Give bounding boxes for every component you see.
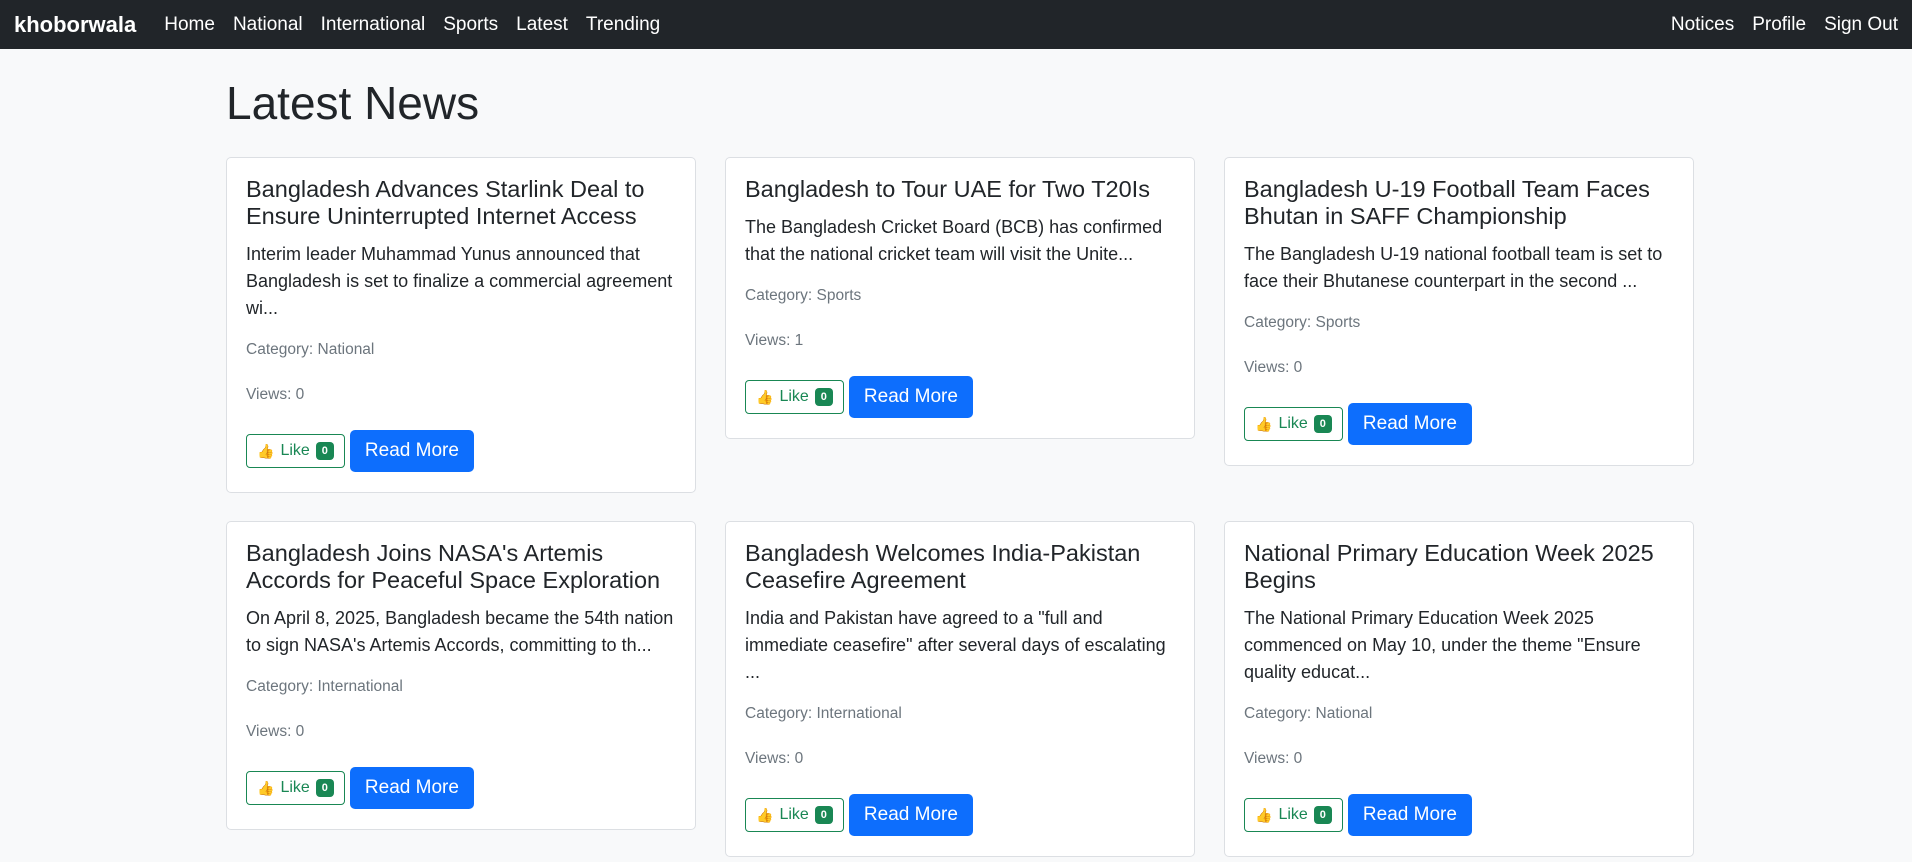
like-button[interactable]: 👍 Like 0 (1244, 407, 1343, 441)
news-card-title: Bangladesh Advances Starlink Deal to Ens… (246, 176, 645, 229)
news-card-category: Category: International (246, 678, 403, 695)
news-card-views: Views: 0 (745, 750, 804, 767)
like-label: Like (779, 388, 809, 405)
news-card-views: Views: 0 (1244, 359, 1303, 376)
like-label: Like (1278, 806, 1308, 823)
page-title: Latest News (226, 77, 480, 129)
news-card-actions: 👍 Like 0 Read More (246, 767, 676, 809)
news-card-actions: 👍 Like 0 Read More (1244, 794, 1674, 836)
like-button[interactable]: 👍 Like 0 (246, 771, 345, 805)
news-card-category: Category: International (745, 705, 902, 722)
news-card-actions: 👍 Like 0 Read More (1244, 403, 1674, 445)
news-card: Bangladesh to Tour UAE for Two T20Is The… (725, 157, 1195, 439)
news-card: Bangladesh U-19 Football Team Faces Bhut… (1224, 157, 1694, 466)
read-more-button[interactable]: Read More (848, 376, 973, 418)
nav-link-sign-out[interactable]: Sign Out (1824, 14, 1898, 36)
like-count-badge: 0 (814, 806, 833, 824)
nav-link-trending[interactable]: Trending (586, 14, 660, 36)
brand-logo[interactable]: khoborwala (14, 12, 136, 38)
like-label: Like (779, 806, 809, 823)
thumbs-up-icon: 👍 (1255, 806, 1273, 823)
nav-links: Home National International Sports Lates… (164, 14, 660, 36)
news-card-actions: 👍 Like 0 Read More (745, 376, 1175, 418)
like-button[interactable]: 👍 Like 0 (1244, 798, 1343, 832)
nav-link-sports[interactable]: Sports (443, 14, 498, 36)
news-card: National Primary Education Week 2025 Beg… (1224, 521, 1694, 857)
news-card-views: Views: 0 (246, 386, 305, 403)
news-card-title: Bangladesh to Tour UAE for Two T20Is (745, 176, 1150, 202)
nav-link-international[interactable]: International (321, 14, 426, 36)
news-card-actions: 👍 Like 0 Read More (246, 430, 676, 472)
read-more-button[interactable]: Read More (1347, 403, 1472, 445)
news-card: Bangladesh Joins NASA's Artemis Accords … (226, 521, 696, 830)
main-content: Latest News Bangladesh Advances Starlink… (226, 49, 1694, 857)
thumbs-up-icon: 👍 (756, 806, 774, 823)
like-count-badge: 0 (315, 442, 334, 460)
news-card-views: Views: 0 (1244, 750, 1303, 767)
like-label: Like (1278, 415, 1308, 432)
top-navbar: khoborwala Home National International S… (0, 0, 1912, 49)
news-card-title: Bangladesh Welcomes India-Pakistan Cease… (745, 540, 1141, 593)
news-card: Bangladesh Welcomes India-Pakistan Cease… (725, 521, 1195, 857)
news-card-summary: Interim leader Muhammad Yunus announced … (246, 244, 673, 318)
news-card-category: Category: National (246, 341, 375, 358)
thumbs-up-icon: 👍 (257, 779, 275, 796)
like-label: Like (280, 442, 310, 459)
news-card-category: Category: Sports (1244, 314, 1361, 331)
like-count-badge: 0 (1313, 806, 1332, 824)
thumbs-up-icon: 👍 (1255, 415, 1273, 432)
like-count-badge: 0 (315, 779, 334, 797)
read-more-button[interactable]: Read More (349, 767, 474, 809)
read-more-button[interactable]: Read More (848, 794, 973, 836)
news-card-views: Views: 1 (745, 332, 804, 349)
news-card-summary: On April 8, 2025, Bangladesh became the … (246, 608, 674, 655)
news-card-category: Category: National (1244, 705, 1373, 722)
news-card-summary: The Bangladesh Cricket Board (BCB) has c… (745, 217, 1163, 264)
news-card-summary: The Bangladesh U-19 national football te… (1244, 244, 1663, 291)
like-button[interactable]: 👍 Like 0 (745, 798, 844, 832)
news-card-summary: The National Primary Education Week 2025… (1244, 608, 1641, 682)
nav-link-national[interactable]: National (233, 14, 303, 36)
news-card-summary: India and Pakistan have agreed to a "ful… (745, 608, 1166, 682)
news-card: Bangladesh Advances Starlink Deal to Ens… (226, 157, 696, 493)
like-count-badge: 0 (1313, 415, 1332, 433)
news-card-title: National Primary Education Week 2025 Beg… (1244, 540, 1654, 593)
nav-link-home[interactable]: Home (164, 14, 215, 36)
nav-link-latest[interactable]: Latest (516, 14, 568, 36)
nav-link-notices[interactable]: Notices (1671, 14, 1734, 36)
like-count-badge: 0 (814, 388, 833, 406)
news-card-views: Views: 0 (246, 723, 305, 740)
nav-right: Notices Profile Sign Out (1671, 14, 1898, 36)
thumbs-up-icon: 👍 (257, 442, 275, 459)
nav-link-profile[interactable]: Profile (1752, 14, 1806, 36)
news-card-title: Bangladesh U-19 Football Team Faces Bhut… (1244, 176, 1650, 229)
like-button[interactable]: 👍 Like 0 (745, 380, 844, 414)
like-button[interactable]: 👍 Like 0 (246, 434, 345, 468)
read-more-button[interactable]: Read More (1347, 794, 1472, 836)
news-card-title: Bangladesh Joins NASA's Artemis Accords … (246, 540, 661, 593)
news-grid: Bangladesh Advances Starlink Deal to Ens… (226, 157, 1694, 857)
thumbs-up-icon: 👍 (756, 388, 774, 405)
news-card-actions: 👍 Like 0 Read More (745, 794, 1175, 836)
news-card-category: Category: Sports (745, 287, 862, 304)
like-label: Like (280, 779, 310, 796)
read-more-button[interactable]: Read More (349, 430, 474, 472)
